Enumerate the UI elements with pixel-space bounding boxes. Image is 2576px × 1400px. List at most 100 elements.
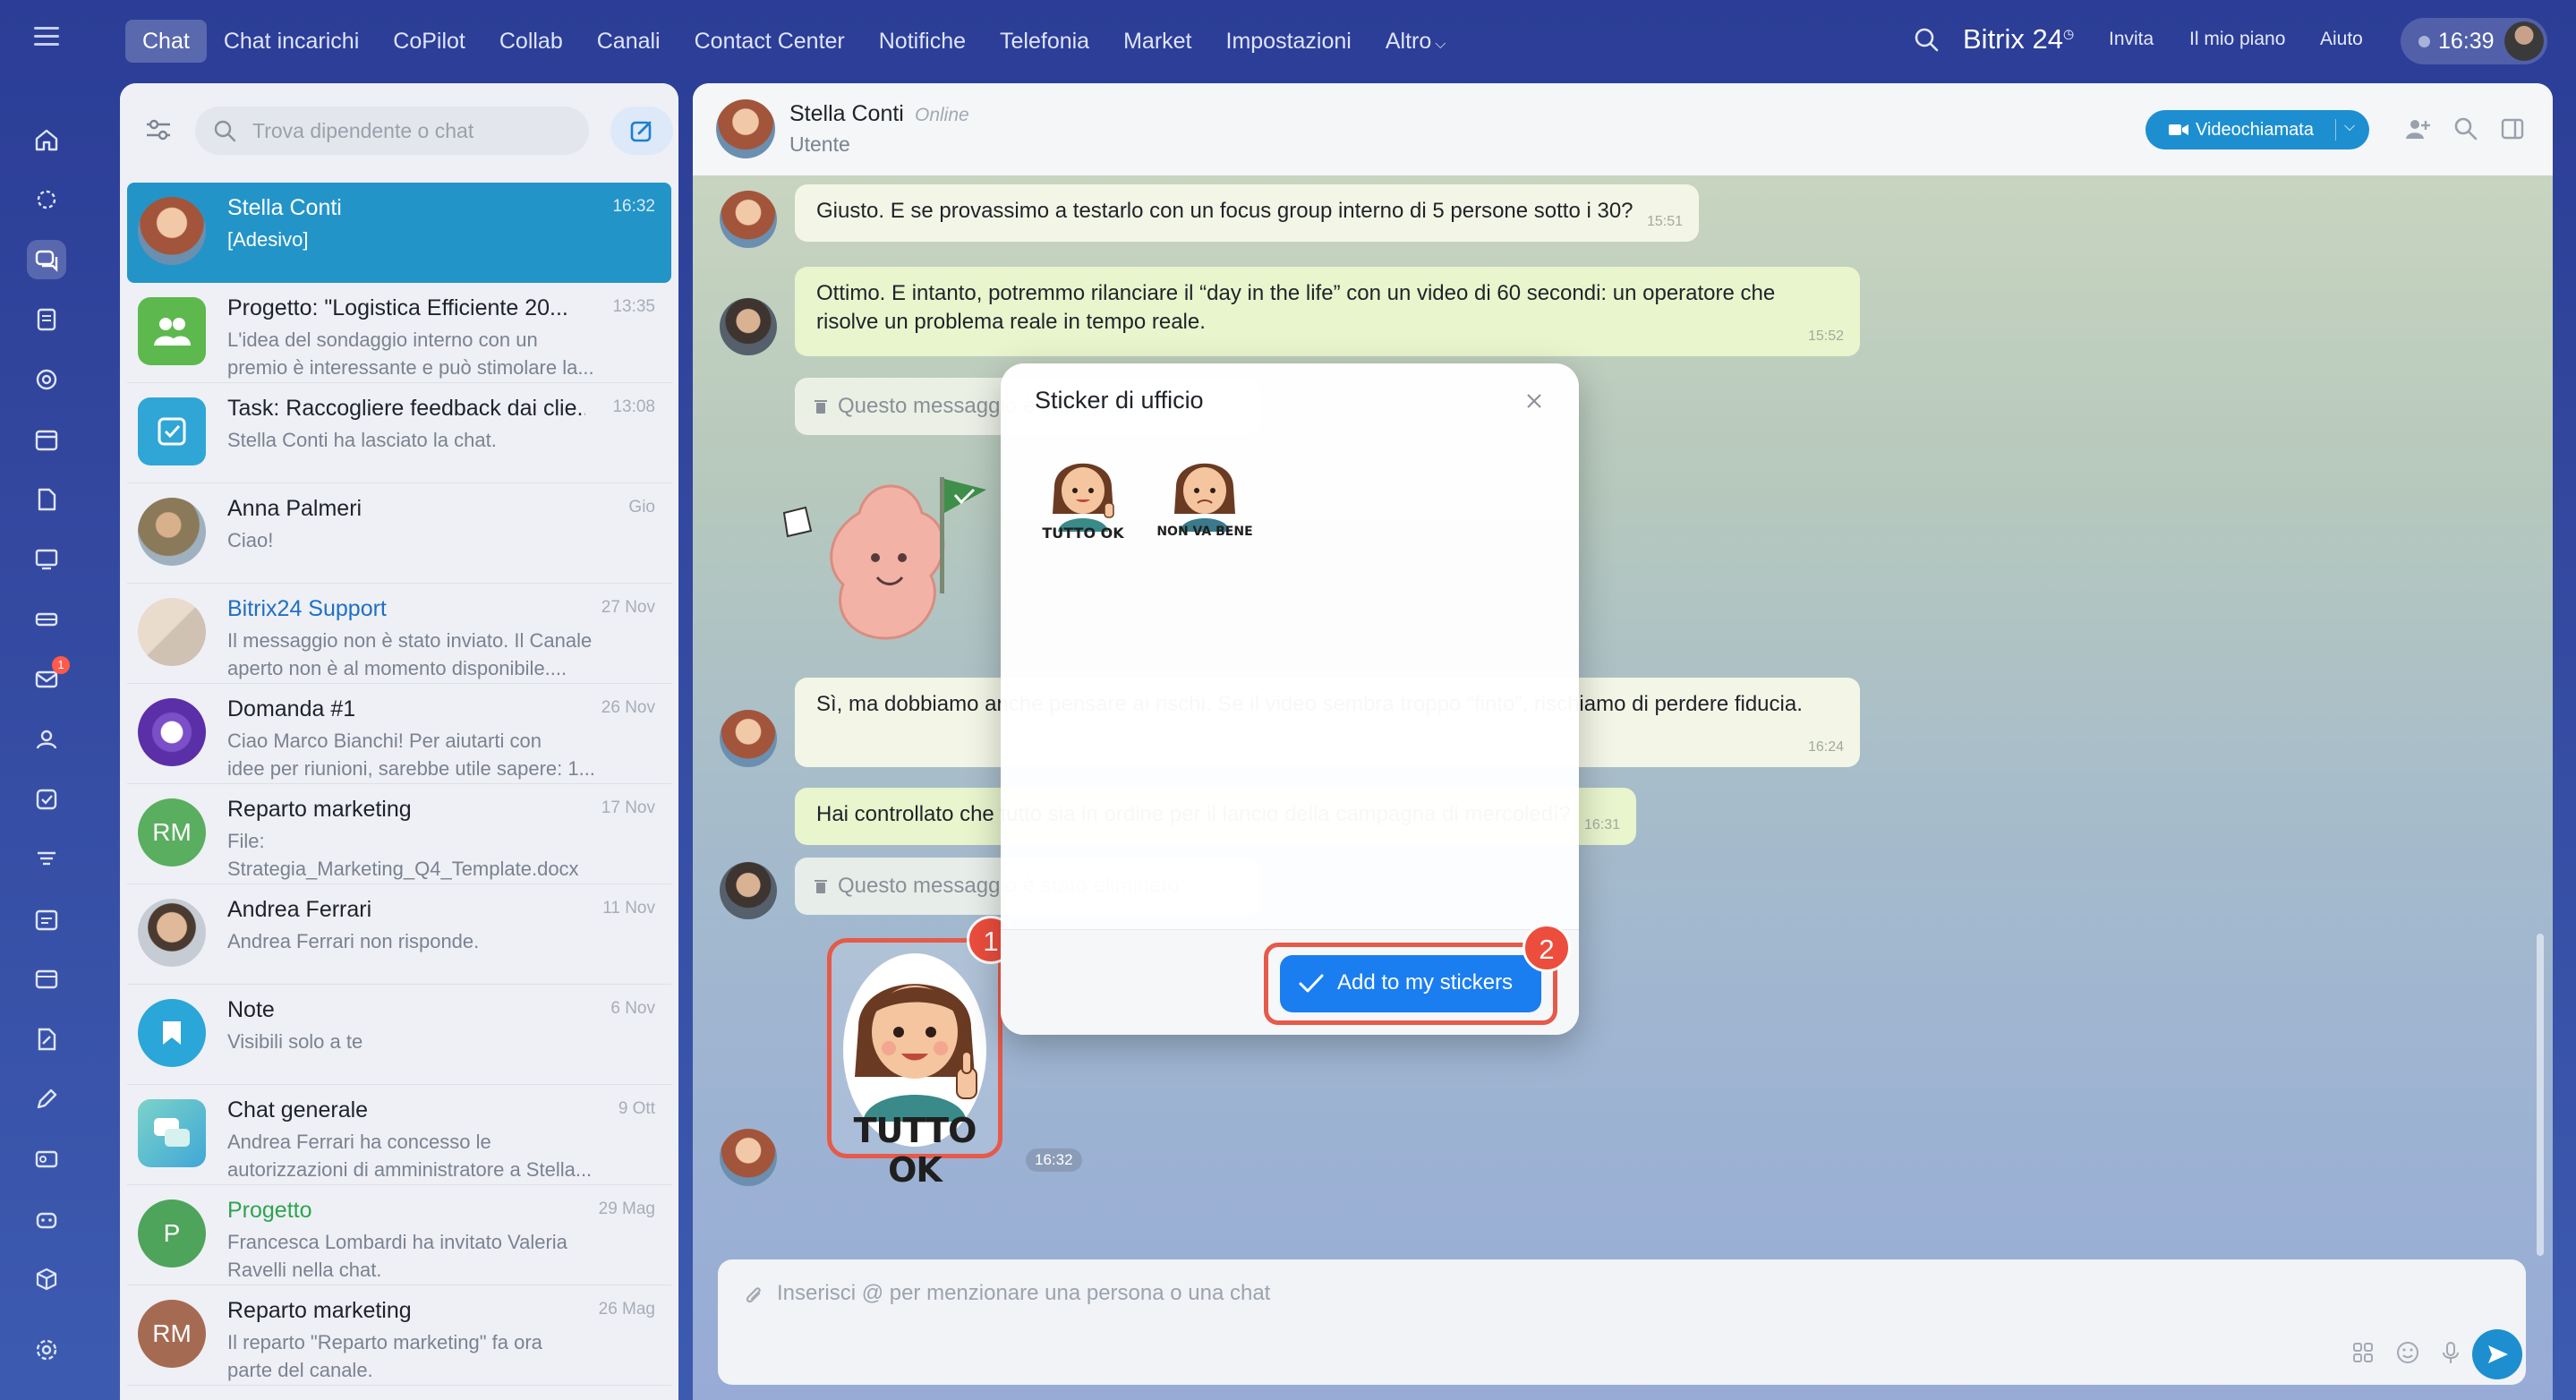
sign-icon[interactable] <box>27 1020 66 1059</box>
nav-altro[interactable]: Altro ⌵ <box>1369 20 1463 63</box>
chat-row-andrea-ferrari[interactable]: Andrea Ferrari 11 Nov Andrea Ferrari non… <box>127 884 671 985</box>
nav-chat[interactable]: Chat <box>125 20 207 63</box>
nav-impostazioni[interactable]: Impostazioni <box>1209 20 1369 63</box>
message-text: Giusto. E se provassimo a testarlo con u… <box>816 199 1633 223</box>
cards-icon[interactable] <box>27 1140 66 1179</box>
schedule-icon[interactable] <box>27 900 66 939</box>
scrollbar[interactable] <box>2537 934 2544 1256</box>
my-avatar[interactable] <box>720 862 777 919</box>
paperclip-icon[interactable] <box>741 1283 766 1308</box>
message-bubble[interactable]: Ottimo. E intanto, potremmo rilanciare i… <box>795 267 1860 356</box>
box-icon[interactable] <box>27 1259 66 1299</box>
nav-collab[interactable]: Collab <box>482 20 580 63</box>
settings-icon[interactable] <box>27 1330 66 1370</box>
chat-row-task-feedback[interactable]: Task: Raccogliere feedback dai clie... 1… <box>127 383 671 483</box>
sticker-time: 16:32 <box>1026 1148 1082 1172</box>
mail-icon[interactable]: 1 <box>27 656 70 699</box>
chat-preview: Stella Conti ha lasciato la chat. <box>227 429 497 451</box>
nav-contact-center[interactable]: Contact Center <box>678 20 862 63</box>
copilot-avatar <box>138 698 206 766</box>
chat-time: 16:32 <box>612 197 655 216</box>
add-to-my-stickers-button[interactable]: Add to my stickers <box>1280 955 1541 1012</box>
sidebar-toggle-icon[interactable] <box>2499 115 2526 142</box>
microphone-icon[interactable] <box>2438 1340 2463 1365</box>
new-chat-button[interactable] <box>610 107 673 155</box>
ok-sticker-image[interactable] <box>779 459 994 656</box>
add-user-icon[interactable] <box>2404 115 2431 142</box>
nav-notifiche[interactable]: Notifiche <box>862 20 983 63</box>
bot-icon[interactable] <box>27 1199 66 1239</box>
funnel-icon[interactable] <box>27 840 66 879</box>
nav-market[interactable]: Market <box>1106 20 1208 63</box>
trash-icon <box>815 880 827 893</box>
calendar-icon[interactable] <box>27 420 66 459</box>
menu-icon[interactable] <box>34 27 59 47</box>
chat-preview: Andrea Ferrari ha concesso le autorizzaz… <box>227 1131 593 1181</box>
chat-row-anna-palmeri[interactable]: Anna Palmeri Gio Ciao! <box>127 483 671 584</box>
task-avatar <box>138 397 206 465</box>
sender-avatar[interactable] <box>720 1129 777 1186</box>
chat-search-input[interactable]: Trova dipendente o chat <box>195 107 589 155</box>
sites-icon[interactable] <box>27 960 66 999</box>
sent-sticker[interactable]: TUTTO OK <box>827 938 1002 1190</box>
chat-title[interactable]: Stella Conti <box>789 101 904 127</box>
feed-icon[interactable] <box>27 300 66 339</box>
chevron-down-icon[interactable]: ⌵ <box>2344 119 2355 135</box>
initials-avatar: RM <box>138 798 206 866</box>
nav-copilot[interactable]: CoPilot <box>376 20 482 63</box>
support-avatar <box>138 598 206 666</box>
sender-avatar[interactable] <box>720 710 777 767</box>
chat-row-reparto-marketing[interactable]: RM Reparto marketing 17 Nov File: Strate… <box>127 784 671 884</box>
activity-icon[interactable] <box>27 180 66 219</box>
nav-telefonia[interactable]: Telefonia <box>983 20 1106 63</box>
board-icon[interactable] <box>27 540 66 579</box>
video-call-button[interactable]: Videochiamata ⌵ <box>2145 110 2369 149</box>
sticker-tutto-ok[interactable]: TUTTO OK <box>1035 451 1131 548</box>
chat-row-bitrix24-support[interactable]: Bitrix24 Support 27 Nov Il messaggio non… <box>127 584 671 684</box>
invite-link[interactable]: Invita <box>2109 29 2154 50</box>
send-button[interactable] <box>2472 1329 2522 1379</box>
nav-chat-incarichi[interactable]: Chat incarichi <box>207 20 376 63</box>
drive-icon[interactable] <box>27 600 66 639</box>
emoji-icon[interactable] <box>2395 1340 2420 1365</box>
circle-icon[interactable] <box>27 360 66 399</box>
chat-icon[interactable] <box>27 240 66 279</box>
search-icon[interactable] <box>1914 27 1939 52</box>
chat-row-stella-conti[interactable]: Stella Conti 16:32 [Adesivo] <box>127 183 671 283</box>
chat-row-chat-generale[interactable]: Chat generale 9 Ott Andrea Ferrari ha co… <box>127 1085 671 1185</box>
nav-canali[interactable]: Canali <box>580 20 678 63</box>
chat-row-progetto[interactable]: P Progetto 29 Mag Francesca Lombardi ha … <box>127 1185 671 1285</box>
search-icon[interactable] <box>2452 115 2479 142</box>
sender-avatar[interactable] <box>720 191 777 248</box>
contacts-icon[interactable] <box>27 720 66 759</box>
message-composer[interactable]: Inserisci @ per menzionare una persona o… <box>718 1259 2526 1385</box>
chat-preview: Visibili solo a te <box>227 1030 363 1053</box>
plan-link[interactable]: Il mio piano <box>2189 29 2285 50</box>
chat-row-domanda-1[interactable]: Domanda #1 26 Nov Ciao Marco Bianchi! Pe… <box>127 684 671 784</box>
chat-name: Task: Raccogliere feedback dai clie... <box>227 396 585 421</box>
help-link[interactable]: Aiuto <box>2320 29 2363 50</box>
chat-time: 26 Nov <box>601 698 655 717</box>
worktime-clock[interactable]: 16:39 <box>2401 18 2547 64</box>
chat-row-progetto-logistica[interactable]: Progetto: "Logistica Efficiente 20... 13… <box>127 283 671 383</box>
chat-list-panel: Trova dipendente o chat Stella Conti 16:… <box>120 83 678 1400</box>
tutto-ok-thumb-image <box>1053 463 1114 532</box>
non-va-bene-thumb-image <box>1174 463 1235 532</box>
chat-avatar[interactable] <box>716 99 775 158</box>
chat-row-note[interactable]: Note 6 Nov Visibili solo a te <box>127 985 671 1085</box>
message-bubble[interactable]: Giusto. E se provassimo a testarlo con u… <box>795 184 1699 242</box>
chat-time: 11 Nov <box>602 899 655 918</box>
close-icon[interactable] <box>1523 390 1545 412</box>
home-icon[interactable] <box>27 120 66 159</box>
document-icon[interactable] <box>27 480 66 519</box>
apps-grid-icon[interactable] <box>2350 1340 2376 1365</box>
pen-icon[interactable] <box>27 1080 66 1119</box>
tasks-icon[interactable] <box>27 780 66 819</box>
sticker-non-va-bene[interactable]: NON VA BENE <box>1156 451 1253 548</box>
chat-row-reparto-marketing-2[interactable]: RM Reparto marketing 26 Mag Il reparto "… <box>127 1285 671 1386</box>
chat-name: Anna Palmeri <box>227 496 363 521</box>
user-avatar[interactable] <box>2504 21 2544 61</box>
filter-icon[interactable] <box>143 115 174 146</box>
search-icon <box>214 120 236 142</box>
my-avatar[interactable] <box>720 298 777 355</box>
